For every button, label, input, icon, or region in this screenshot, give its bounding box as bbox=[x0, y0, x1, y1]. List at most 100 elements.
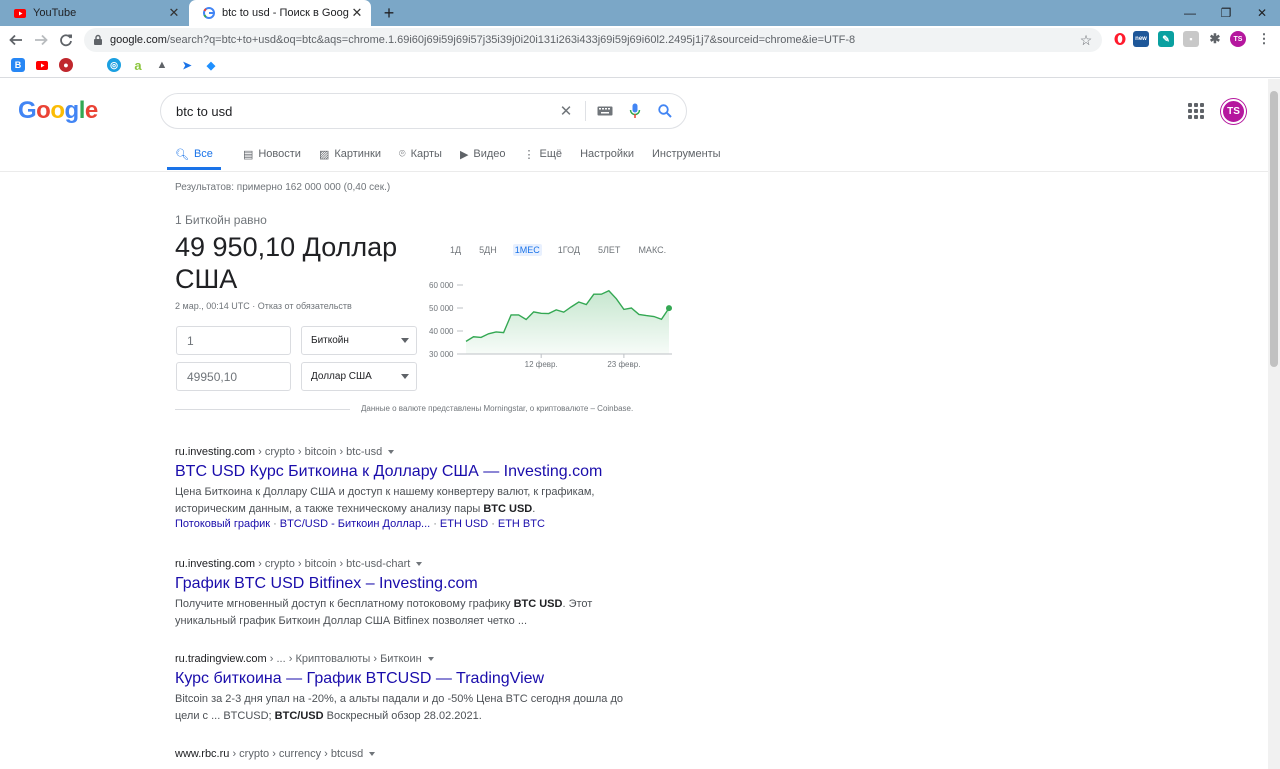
new-tab-button[interactable]: + bbox=[380, 3, 398, 23]
sitelink[interactable]: ETH USD bbox=[440, 518, 488, 530]
y-tick-label: 50 000 bbox=[429, 304, 454, 313]
url-host: google.com bbox=[110, 34, 167, 46]
search-box[interactable]: btc to usd ✕ bbox=[160, 93, 687, 129]
vk-icon[interactable]: B bbox=[11, 58, 25, 72]
result-cite[interactable]: www.rbc.ru › crypto › currency › btcusd bbox=[175, 748, 625, 760]
diamond-icon[interactable]: ◆ bbox=[204, 58, 218, 72]
microphone-icon[interactable] bbox=[620, 96, 650, 126]
close-icon[interactable]: ✕ bbox=[349, 5, 365, 21]
series-area bbox=[466, 290, 669, 354]
news-icon: ▤ bbox=[242, 148, 254, 161]
sitelink-separator: · bbox=[273, 518, 277, 530]
snippet-bold: BTC USD bbox=[513, 598, 563, 610]
apple-icon[interactable] bbox=[83, 58, 97, 72]
account-avatar[interactable]: TS bbox=[1221, 99, 1246, 124]
from-currency-select[interactable]: Биткойн bbox=[301, 326, 417, 355]
tab-all[interactable]: 🔍︎ Все bbox=[167, 141, 221, 170]
tab-google-search[interactable]: btc to usd - Поиск в Google ✕ bbox=[189, 0, 371, 26]
arrow-left-icon bbox=[9, 34, 22, 46]
sitelink[interactable]: BTC/USD - Биткоин Доллар... bbox=[280, 518, 430, 530]
video-icon: ▶ bbox=[459, 148, 469, 161]
forward-button[interactable] bbox=[31, 30, 51, 50]
tab-label: Картинки bbox=[334, 148, 381, 160]
x-tick-label: 12 февр. bbox=[525, 360, 558, 369]
minimize-button[interactable]: — bbox=[1172, 0, 1208, 26]
page-scrollbar[interactable] bbox=[1268, 79, 1280, 769]
converter-result: 49 950,10 Доллар США bbox=[175, 231, 415, 295]
address-bar[interactable]: google.com/search?q=btc+to+usd&oq=btc&aq… bbox=[84, 28, 1102, 52]
caret-down-icon[interactable] bbox=[416, 562, 423, 567]
new-extension-icon[interactable]: new bbox=[1133, 31, 1149, 47]
window-close-button[interactable]: ✕ bbox=[1244, 0, 1280, 26]
to-amount-input[interactable]: 49950,10 bbox=[176, 362, 291, 391]
menu-dots-icon[interactable]: ⋮ bbox=[1256, 31, 1272, 47]
search-input[interactable]: btc to usd bbox=[176, 104, 551, 119]
user-extension-icon[interactable]: ▪ bbox=[1183, 31, 1199, 47]
edit-extension-icon[interactable]: ✎ bbox=[1158, 31, 1174, 47]
result-title-link[interactable]: Курс биткоина — График BTCUSD — TradingV… bbox=[175, 670, 625, 688]
tab-images[interactable]: ▨ Картинки bbox=[319, 141, 381, 167]
tab-label: Все bbox=[193, 148, 213, 160]
search-icon: 🔍︎ bbox=[175, 148, 189, 161]
result-stats: Результатов: примерно 162 000 000 (0,40 … bbox=[175, 182, 391, 193]
from-amount-input[interactable]: 1 bbox=[176, 326, 291, 355]
range-1y[interactable]: 1ГОД bbox=[556, 244, 582, 256]
restore-button[interactable]: ❐ bbox=[1208, 0, 1244, 26]
result-snippet: Цена Биткоина к Доллару США и доступ к н… bbox=[175, 484, 625, 518]
tab-maps[interactable]: ⌾ Карты bbox=[399, 141, 442, 167]
bookmark-red-icon[interactable]: ● bbox=[59, 58, 73, 72]
caret-down-icon[interactable] bbox=[388, 450, 395, 455]
tab-video[interactable]: ▶ Видео bbox=[460, 141, 506, 167]
caret-down-icon[interactable] bbox=[427, 657, 434, 662]
price-chart[interactable]: 60 000 50 000 40 000 30 000 12 февр. 23 февр. bbox=[427, 277, 677, 377]
search-icon[interactable] bbox=[650, 96, 680, 126]
keyboard-icon[interactable] bbox=[590, 96, 620, 126]
to-currency-select[interactable]: Доллар США bbox=[301, 362, 417, 391]
y-tick-label: 60 000 bbox=[429, 281, 454, 290]
caret-down-icon[interactable] bbox=[369, 752, 376, 757]
result-title-link[interactable]: График BTC USD Bitfinex – Investing.com bbox=[175, 575, 625, 593]
result-title-link[interactable]: BTC USD Курс Биткоина к Доллару США — In… bbox=[175, 463, 625, 481]
range-max[interactable]: МАКС. bbox=[636, 244, 668, 256]
search-results-page: Google btc to usd ✕ TS 🔍︎ Все ▤ Новости ▨ К… bbox=[0, 79, 1268, 769]
reload-button[interactable] bbox=[56, 30, 76, 50]
tab-settings[interactable]: Настройки bbox=[580, 141, 634, 167]
more-vert-icon: ⋮ bbox=[523, 148, 535, 161]
search-result: ru.investing.com › crypto › bitcoin › bt… bbox=[175, 558, 625, 630]
range-5d[interactable]: 5ДН bbox=[477, 244, 499, 256]
profile-avatar[interactable]: TS bbox=[1230, 31, 1246, 47]
range-1m[interactable]: 1МЕС bbox=[512, 244, 542, 256]
tab-youtube[interactable]: YouTube ✕ bbox=[0, 0, 188, 26]
bookmark-triangle-icon[interactable]: ▲ bbox=[155, 58, 169, 72]
clear-icon[interactable]: ✕ bbox=[551, 96, 581, 126]
tab-more[interactable]: ⋮ Ещё bbox=[524, 141, 563, 167]
youtube-icon bbox=[14, 7, 26, 19]
close-icon[interactable]: ✕ bbox=[166, 5, 182, 21]
result-cite[interactable]: ru.investing.com › crypto › bitcoin › bt… bbox=[175, 558, 625, 570]
disclaimer-link[interactable]: Отказ от обязательств bbox=[258, 301, 352, 311]
bookmark-a-icon[interactable]: a bbox=[131, 58, 145, 73]
star-icon[interactable]: ☆ bbox=[1078, 32, 1094, 49]
back-button[interactable] bbox=[6, 30, 26, 50]
to-currency-label: Доллар США bbox=[311, 371, 372, 382]
range-5y[interactable]: 5ЛЕТ bbox=[596, 244, 622, 256]
tab-news[interactable]: ▤ Новости bbox=[243, 141, 301, 167]
youtube-icon[interactable] bbox=[35, 58, 49, 72]
result-cite[interactable]: ru.investing.com › crypto › bitcoin › bt… bbox=[175, 446, 625, 458]
opera-icon[interactable] bbox=[1112, 31, 1128, 47]
tab-title: YouTube bbox=[33, 7, 77, 19]
apps-grid-icon[interactable] bbox=[1188, 103, 1204, 119]
search-result: ru.investing.com › crypto › bitcoin › bt… bbox=[175, 446, 625, 530]
sitelink[interactable]: ETH BTC bbox=[498, 518, 545, 530]
result-host: ru.tradingview.com bbox=[175, 653, 267, 665]
google-logo[interactable]: Google bbox=[18, 97, 98, 125]
puzzle-icon[interactable]: ✱ bbox=[1207, 31, 1223, 47]
tab-tools[interactable]: Инструменты bbox=[652, 141, 721, 167]
send-icon[interactable]: ➤ bbox=[180, 58, 194, 72]
range-1d[interactable]: 1Д bbox=[448, 244, 463, 256]
globe-icon[interactable]: ◎ bbox=[107, 58, 121, 72]
converter-timestamp: 2 мар., 00:14 UTC · Отказ от обязательст… bbox=[175, 301, 352, 311]
sitelink[interactable]: Потоковый график bbox=[175, 518, 270, 530]
scrollbar-thumb[interactable] bbox=[1270, 91, 1278, 367]
result-cite[interactable]: ru.tradingview.com › ... › Криптовалюты … bbox=[175, 653, 625, 665]
